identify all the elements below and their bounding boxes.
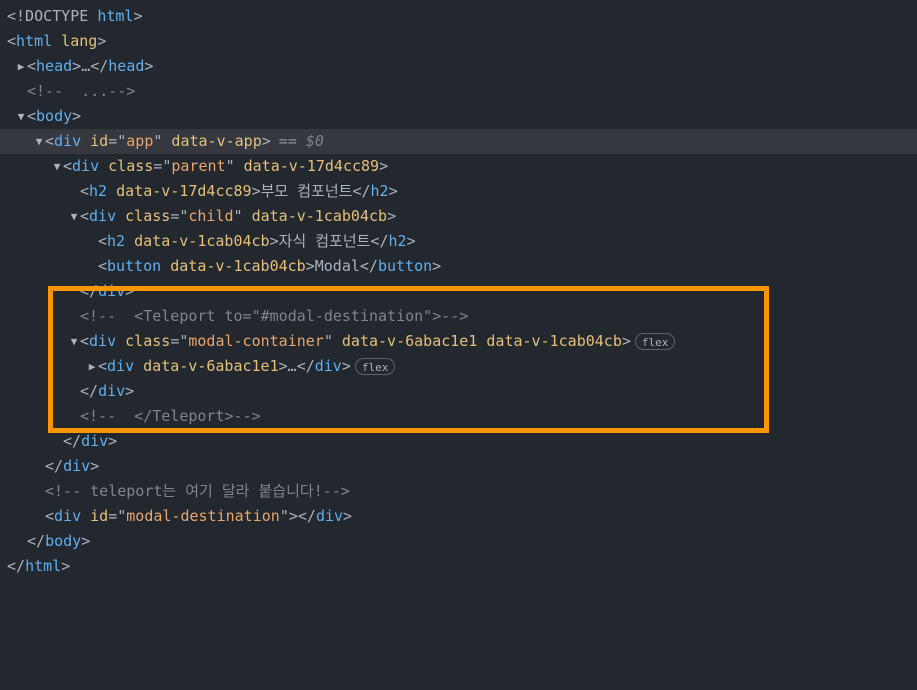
collapse-arrow-icon[interactable]: ▼ xyxy=(15,104,27,129)
code-line[interactable]: </body> xyxy=(0,529,917,554)
code-line[interactable]: </div> xyxy=(0,279,917,304)
code-line[interactable]: ▼<div class="child" data-v-1cab04cb> xyxy=(0,204,917,229)
code-line-selected[interactable]: ▼<div id="app" data-v-app>== $0 xyxy=(0,129,917,154)
code-line[interactable]: <html lang> xyxy=(0,29,917,54)
collapse-arrow-icon[interactable]: ▼ xyxy=(68,329,80,354)
code-line[interactable]: <!DOCTYPE html> xyxy=(0,4,917,29)
code-line[interactable]: <!-- ...--> xyxy=(0,79,917,104)
code-line[interactable]: ▼<div class="parent" data-v-17d4cc89> xyxy=(0,154,917,179)
collapse-arrow-icon[interactable]: ▼ xyxy=(51,154,63,179)
code-line[interactable]: <button data-v-1cab04cb>Modal</button> xyxy=(0,254,917,279)
code-line[interactable]: <!-- <Teleport to="#modal-destination">-… xyxy=(0,304,917,329)
elements-panel[interactable]: <!DOCTYPE html> <html lang> ▶<head>…</he… xyxy=(0,0,917,579)
code-line[interactable]: <h2 data-v-17d4cc89>부모 컴포넌트</h2> xyxy=(0,179,917,204)
collapse-arrow-icon[interactable]: ▼ xyxy=(68,204,80,229)
code-line[interactable]: </div> xyxy=(0,429,917,454)
flex-badge: flex xyxy=(635,333,676,350)
code-line[interactable]: ▶<div data-v-6abac1e1>…</div>flex xyxy=(0,354,917,379)
code-line[interactable]: </div> xyxy=(0,454,917,479)
code-line[interactable]: <h2 data-v-1cab04cb>자식 컴포넌트</h2> xyxy=(0,229,917,254)
code-line[interactable]: </div> xyxy=(0,379,917,404)
code-line[interactable]: <!-- teleport는 여기 달라 붙습니다!--> xyxy=(0,479,917,504)
code-line[interactable]: <div id="modal-destination"></div> xyxy=(0,504,917,529)
code-line[interactable]: ▶<head>…</head> xyxy=(0,54,917,79)
code-line[interactable]: ▼<body> xyxy=(0,104,917,129)
code-line[interactable]: </html> xyxy=(0,554,917,579)
code-line[interactable]: <!-- </Teleport>--> xyxy=(0,404,917,429)
expand-arrow-icon[interactable]: ▶ xyxy=(15,54,27,79)
collapse-arrow-icon[interactable]: ▼ xyxy=(33,129,45,154)
flex-badge: flex xyxy=(355,358,396,375)
expand-arrow-icon[interactable]: ▶ xyxy=(86,354,98,379)
code-line[interactable]: ▼<div class="modal-container" data-v-6ab… xyxy=(0,329,917,354)
